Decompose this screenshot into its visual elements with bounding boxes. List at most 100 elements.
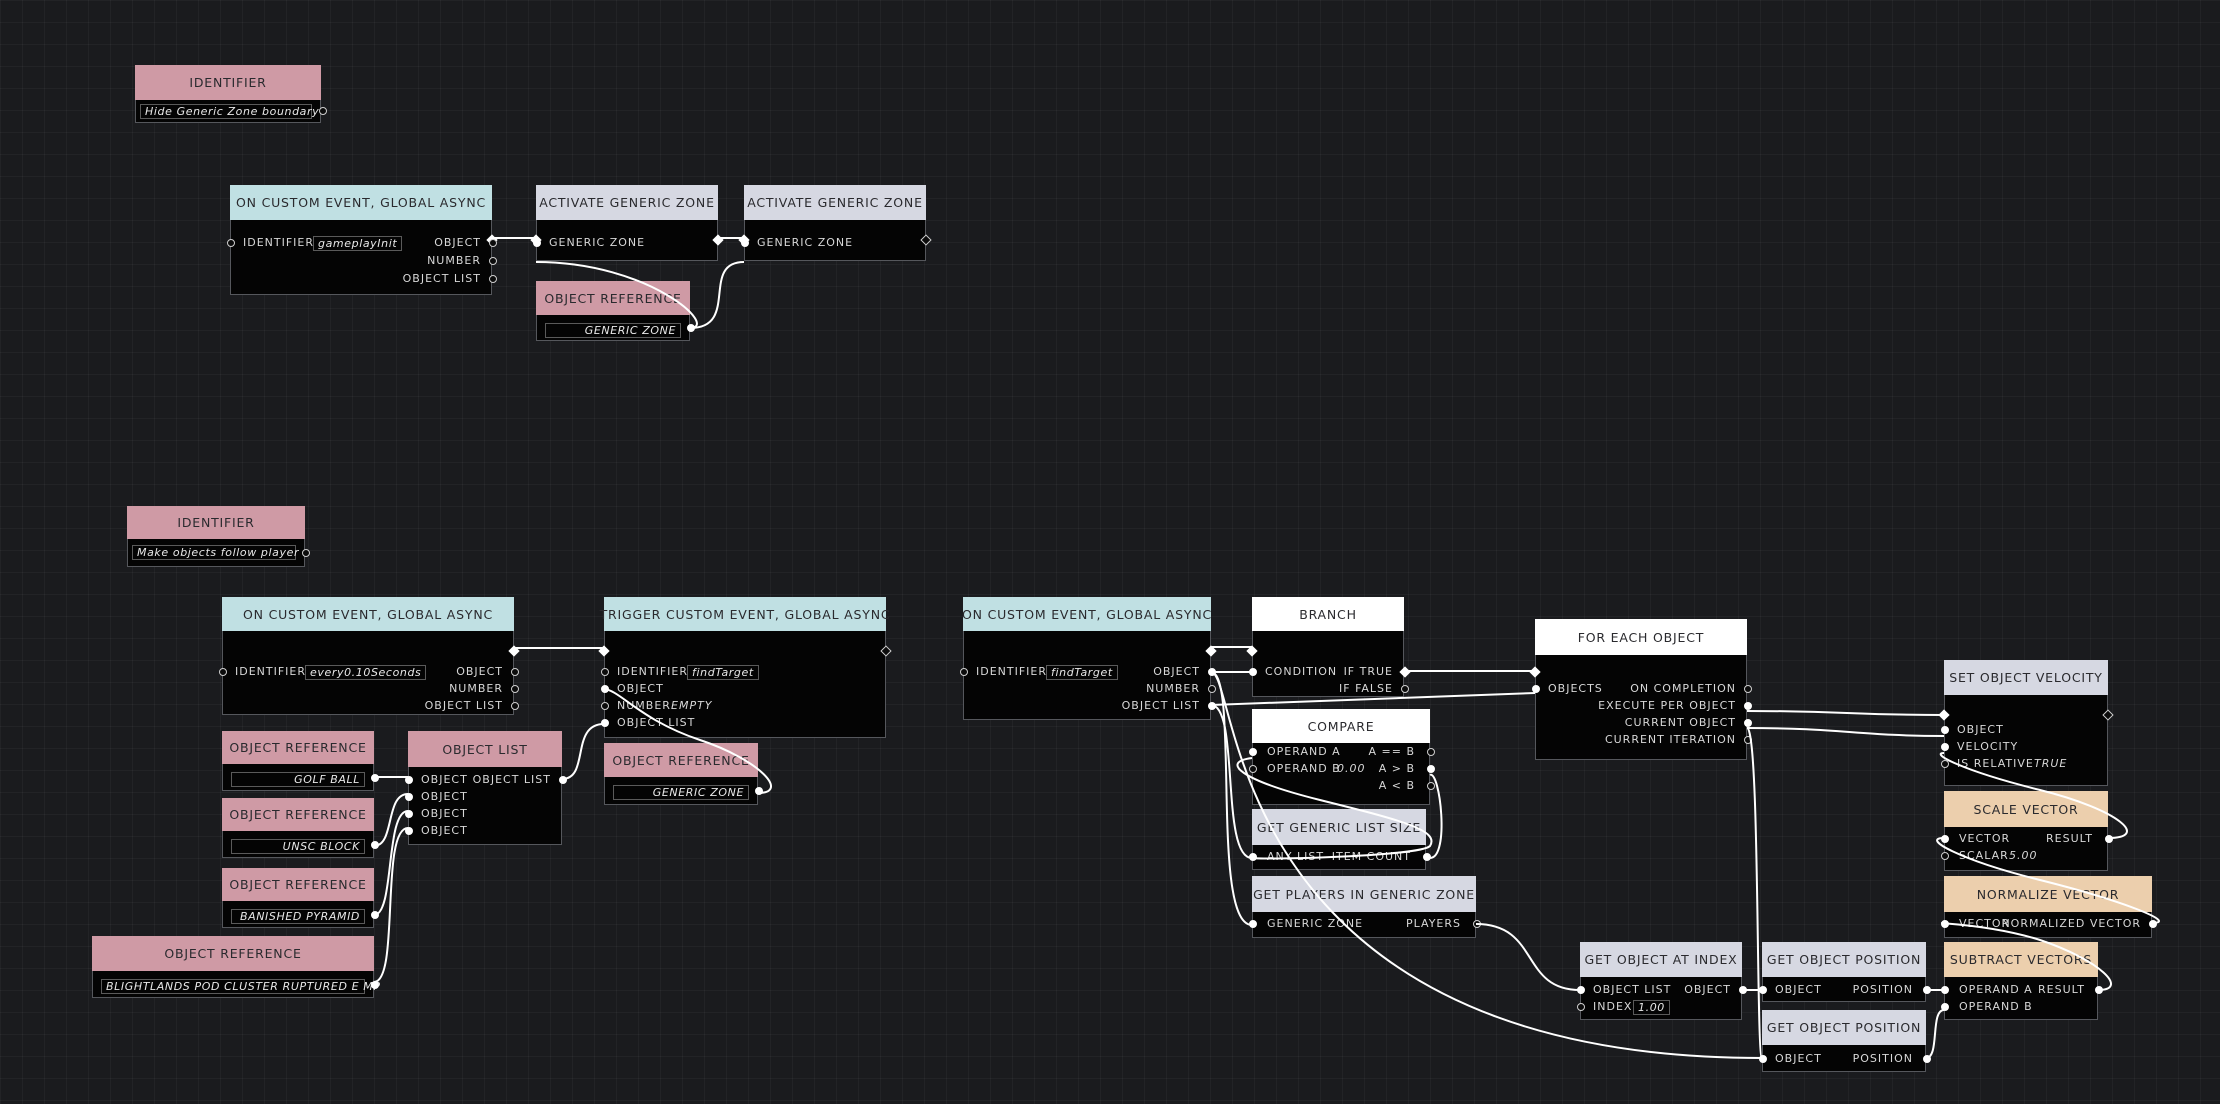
object-reference-value[interactable]: GENERIC ZONE: [613, 785, 749, 800]
operand-b-input-pin[interactable]: [1941, 1003, 1949, 1011]
object-input-pin[interactable]: [601, 685, 609, 693]
object-reference-node-banished-pyramid[interactable]: OBJECT REFERENCE BANISHED PYRAMID: [222, 868, 379, 928]
identifier-value[interactable]: Hide Generic Zone boundary: [140, 104, 319, 119]
object-reference-value[interactable]: GOLF BALL: [231, 772, 365, 787]
object-list-node[interactable]: OBJECT LIST OBJECT OBJECT OBJECT OBJECT …: [405, 731, 567, 845]
on-completion-exec-pin[interactable]: [1744, 685, 1752, 693]
scale-vector-node[interactable]: SCALE VECTOR VECTOR SCALAR 5.00 RESULT: [1941, 791, 2113, 871]
number-output-pin[interactable]: [1208, 685, 1216, 693]
number-input-value[interactable]: EMPTY: [671, 699, 713, 713]
get-object-position-node-1[interactable]: GET OBJECT POSITION OBJECT POSITION: [1759, 942, 1931, 1002]
identifier-node-1[interactable]: IDENTIFIER Hide Generic Zone boundary: [135, 65, 327, 123]
object-output-pin[interactable]: [1208, 668, 1216, 676]
if-true-exec-pin[interactable]: [1399, 666, 1411, 678]
object-output-pin[interactable]: [489, 239, 497, 247]
current-iteration-output-pin[interactable]: [1744, 736, 1752, 744]
if-false-exec-pin[interactable]: [1401, 685, 1409, 693]
for-each-object-node[interactable]: FOR EACH OBJECT OBJECTS ON COMPLETION EX…: [1529, 619, 1752, 760]
object-output-pin[interactable]: [371, 774, 379, 782]
node-graph-canvas[interactable]: IDENTIFIER Hide Generic Zone boundary ON…: [0, 0, 2220, 1104]
identifier-value[interactable]: every0.10Seconds: [305, 665, 427, 680]
subtract-vectors-node[interactable]: SUBTRACT VECTORS OPERAND A OPERAND B RES…: [1941, 942, 2103, 1020]
vector-input-pin[interactable]: [1941, 920, 1949, 928]
get-players-in-generic-zone-node[interactable]: GET PLAYERS IN GENERIC ZONE GENERIC ZONE…: [1249, 876, 1481, 938]
object-input-pin[interactable]: [1941, 726, 1949, 734]
identifier-input-pin[interactable]: [960, 668, 968, 676]
less-output-pin[interactable]: [1427, 782, 1435, 790]
current-object-output-pin[interactable]: [1744, 719, 1752, 727]
identifier-value[interactable]: Make objects follow player: [132, 545, 299, 560]
object-list-output-pin[interactable]: [489, 275, 497, 283]
object-reference-node-unsc-block[interactable]: OBJECT REFERENCE UNSC BLOCK: [222, 798, 379, 858]
activate-generic-zone-node-1[interactable]: ACTIVATE GENERIC ZONE GENERIC ZONE: [530, 185, 724, 261]
object-reference-value[interactable]: BANISHED PYRAMID: [231, 909, 365, 924]
position-output-pin[interactable]: [1923, 1055, 1931, 1063]
identifier-input-pin[interactable]: [227, 239, 235, 247]
item-count-output-pin[interactable]: [1423, 853, 1431, 861]
object-list-output-pin[interactable]: [559, 776, 567, 784]
object-reference-value[interactable]: GENERIC ZONE: [545, 323, 681, 338]
trigger-custom-event-node[interactable]: TRIGGER CUSTOM EVENT, GLOBAL ASYNC IDENT…: [598, 597, 892, 738]
identifier-output-pin[interactable]: [319, 107, 327, 115]
is-relative-input-pin[interactable]: [1941, 760, 1949, 768]
any-list-input-pin[interactable]: [1249, 853, 1257, 861]
vector-input-pin[interactable]: [1941, 835, 1949, 843]
identifier-input-pin[interactable]: [601, 668, 609, 676]
custom-event-node-1[interactable]: ON CUSTOM EVENT, GLOBAL ASYNC IDENTIFIER…: [227, 185, 498, 295]
result-output-pin[interactable]: [2095, 986, 2103, 994]
is-relative-value[interactable]: TRUE: [2034, 757, 2067, 771]
execute-per-object-exec-pin[interactable]: [1744, 702, 1752, 710]
identifier-value[interactable]: findTarget: [687, 665, 759, 680]
number-output-pin[interactable]: [511, 685, 519, 693]
scalar-value[interactable]: 5.00: [2009, 849, 2038, 863]
object-output-pin[interactable]: [371, 911, 379, 919]
object-output-pin[interactable]: [371, 981, 379, 989]
object-reference-value[interactable]: UNSC BLOCK: [231, 839, 365, 854]
object-input-pin-1[interactable]: [405, 776, 413, 784]
identifier-value[interactable]: gameplayInit: [313, 236, 403, 251]
compare-node[interactable]: COMPARE OPERAND A OPERAND B 0.00 A == B …: [1249, 709, 1435, 805]
number-input-pin[interactable]: [601, 702, 609, 710]
object-output-pin[interactable]: [1739, 986, 1747, 994]
identifier-output-pin[interactable]: [302, 549, 310, 557]
object-reference-node-zone-1[interactable]: OBJECT REFERENCE GENERIC ZONE: [536, 281, 695, 341]
get-object-at-index-node[interactable]: GET OBJECT AT INDEX OBJECT LIST INDEX 1.…: [1577, 942, 1747, 1020]
object-list-output-pin[interactable]: [511, 702, 519, 710]
object-output-pin[interactable]: [687, 324, 695, 332]
branch-node[interactable]: BRANCH CONDITION IF TRUE IF FALSE: [1246, 597, 1411, 697]
objects-input-pin[interactable]: [1532, 685, 1540, 693]
object-reference-node-zone-2[interactable]: OBJECT REFERENCE GENERIC ZONE: [604, 743, 763, 805]
index-value[interactable]: 1.00: [1633, 1000, 1670, 1015]
object-output-pin[interactable]: [755, 787, 763, 795]
normalized-vector-output-pin[interactable]: [2149, 920, 2157, 928]
operand-b-value[interactable]: 0.00: [1337, 762, 1366, 776]
result-output-pin[interactable]: [2105, 835, 2113, 843]
greater-output-pin[interactable]: [1427, 765, 1435, 773]
operand-a-input-pin[interactable]: [1941, 986, 1949, 994]
number-output-pin[interactable]: [489, 257, 497, 265]
identifier-node-2[interactable]: IDENTIFIER Make objects follow player: [127, 506, 310, 567]
object-list-input-pin[interactable]: [1577, 986, 1585, 994]
activate-generic-zone-node-2[interactable]: ACTIVATE GENERIC ZONE GENERIC ZONE: [738, 185, 932, 261]
get-object-position-node-2[interactable]: GET OBJECT POSITION OBJECT POSITION: [1759, 1010, 1931, 1072]
position-output-pin[interactable]: [1923, 986, 1931, 994]
operand-a-input-pin[interactable]: [1249, 748, 1257, 756]
operand-b-input-pin[interactable]: [1249, 765, 1257, 773]
scalar-input-pin[interactable]: [1941, 852, 1949, 860]
generic-zone-input-pin[interactable]: [1249, 920, 1257, 928]
object-list-output-pin[interactable]: [1208, 702, 1216, 710]
object-input-pin[interactable]: [1759, 986, 1767, 994]
index-input-pin[interactable]: [1577, 1003, 1585, 1011]
identifier-input-pin[interactable]: [219, 668, 227, 676]
generic-zone-input-pin[interactable]: [533, 239, 541, 247]
object-input-pin[interactable]: [1759, 1055, 1767, 1063]
velocity-input-pin[interactable]: [1941, 743, 1949, 751]
object-input-pin-2[interactable]: [405, 793, 413, 801]
object-input-pin-4[interactable]: [405, 827, 413, 835]
custom-event-node-2[interactable]: ON CUSTOM EVENT, GLOBAL ASYNC IDENTIFIER…: [219, 597, 520, 715]
object-output-pin[interactable]: [511, 668, 519, 676]
condition-input-pin[interactable]: [1249, 668, 1257, 676]
object-input-pin-3[interactable]: [405, 810, 413, 818]
identifier-value[interactable]: findTarget: [1046, 665, 1118, 680]
equal-output-pin[interactable]: [1427, 748, 1435, 756]
